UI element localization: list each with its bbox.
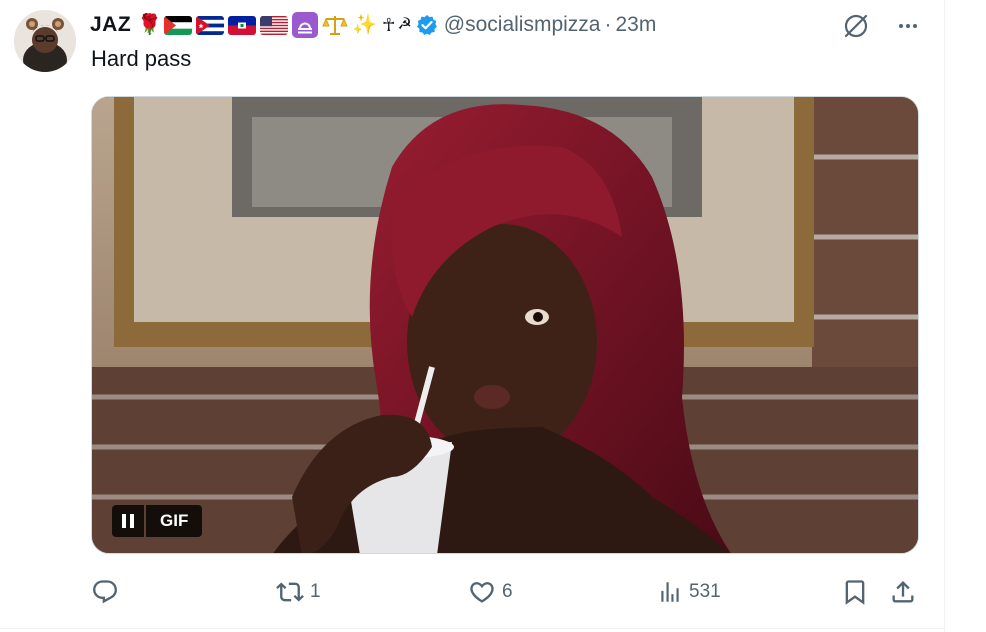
reply-icon: [93, 580, 117, 604]
avatar-image: [14, 10, 76, 72]
views-icon: [661, 582, 679, 602]
gif-frame: [92, 97, 918, 553]
verified-badge-icon: [416, 15, 437, 35]
avatar[interactable]: [14, 10, 76, 72]
sparkles-emoji: ✨: [352, 14, 377, 36]
ankh-emoji: ☥: [382, 15, 396, 35]
like-count: 6: [502, 581, 513, 602]
views-count: 531: [689, 581, 721, 602]
like-button[interactable]: 6: [468, 572, 513, 612]
tweet-text: Hard pass: [91, 46, 192, 71]
top-actions: [842, 12, 928, 40]
share-button[interactable]: [889, 572, 917, 612]
views-button[interactable]: 531: [657, 572, 721, 612]
gif-media[interactable]: GIF: [91, 96, 919, 554]
scales-icon: [322, 16, 348, 35]
rose-emoji: 🌹: [137, 14, 163, 36]
heart-icon: [470, 582, 494, 603]
display-name[interactable]: JAZ: [90, 13, 131, 37]
bookmark-button[interactable]: [841, 572, 869, 612]
separator: ·: [604, 13, 612, 36]
haiti-flag-icon: [228, 15, 257, 35]
cuba-flag-icon: [196, 15, 225, 35]
tweet-header: JAZ 🌹 ✨ ☥ ☭ @socialismpizza · 23m: [90, 10, 656, 40]
more-icon[interactable]: [896, 14, 920, 38]
share-icon: [892, 581, 914, 603]
action-bar: 1 6 531: [91, 572, 921, 612]
palestine-flag-icon: [164, 15, 193, 35]
libra-icon: [292, 12, 319, 38]
divider: [0, 628, 945, 629]
repost-icon: [276, 582, 304, 602]
pause-icon: [122, 514, 134, 528]
gif-label: GIF: [146, 505, 203, 537]
repost-button[interactable]: 1: [276, 572, 321, 612]
timestamp[interactable]: 23m: [615, 13, 656, 37]
bookmark-icon: [845, 580, 865, 605]
user-handle[interactable]: @socialismpizza: [444, 13, 601, 37]
usa-flag-icon: [260, 15, 289, 35]
name-emojis: 🌹 ✨ ☥ ☭: [137, 12, 412, 38]
repost-count: 1: [310, 581, 321, 602]
tweet[interactable]: JAZ 🌹 ✨ ☥ ☭ @socialismpizza · 23m Hard p…: [0, 0, 945, 632]
hammer-sickle-emoji: ☭: [397, 16, 412, 33]
gif-badge: GIF: [112, 505, 203, 537]
grok-icon[interactable]: [842, 12, 870, 40]
pause-button[interactable]: [112, 505, 144, 537]
reply-button[interactable]: [91, 572, 125, 612]
